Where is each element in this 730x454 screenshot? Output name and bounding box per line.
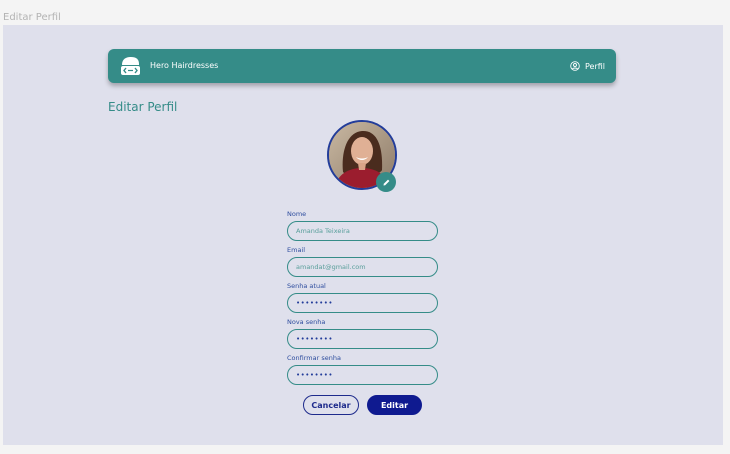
confirm-password-label: Confirmar senha bbox=[287, 354, 341, 362]
pencil-icon bbox=[383, 179, 389, 185]
current-password-label: Senha atual bbox=[287, 282, 326, 290]
email-field[interactable] bbox=[287, 257, 438, 277]
new-password-label: Nova senha bbox=[287, 318, 326, 326]
current-password-field[interactable] bbox=[287, 293, 438, 313]
profile-link-label: Perfil bbox=[584, 61, 605, 71]
user-circle-icon bbox=[570, 61, 580, 71]
edit-button[interactable]: Editar bbox=[367, 395, 422, 415]
edit-profile-form: Nome Email Senha atual Nova senha Confir… bbox=[287, 209, 438, 389]
brand-name: Hero Hairdresses bbox=[150, 61, 219, 70]
avatar-container bbox=[327, 120, 397, 192]
page-title: Editar Perfil bbox=[108, 100, 178, 114]
frame-label: Editar Perfil bbox=[3, 12, 61, 23]
cancel-button[interactable]: Cancelar bbox=[303, 395, 359, 415]
name-field[interactable] bbox=[287, 221, 438, 241]
new-password-field[interactable] bbox=[287, 329, 438, 349]
page-canvas: Hero Hairdresses Perfil Editar Perfil No… bbox=[3, 25, 723, 445]
name-label: Nome bbox=[287, 210, 307, 218]
hairdresser-logo-icon bbox=[121, 57, 140, 75]
email-label: Email bbox=[287, 246, 306, 254]
top-navbar: Hero Hairdresses Perfil bbox=[108, 49, 616, 83]
confirm-password-field[interactable] bbox=[287, 365, 438, 385]
edit-avatar-button[interactable] bbox=[376, 172, 396, 192]
profile-link[interactable]: Perfil bbox=[570, 49, 605, 83]
